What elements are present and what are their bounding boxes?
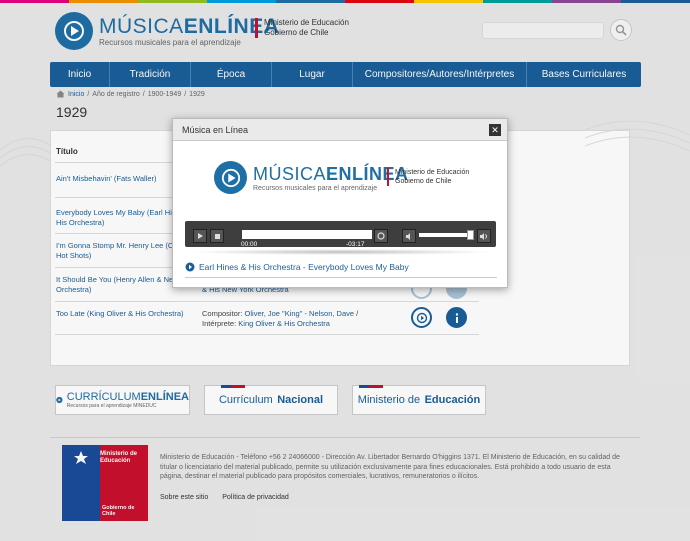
volume-slider[interactable] <box>419 233 467 237</box>
logo-play-icon <box>214 161 247 194</box>
time-remaining: -03:17 <box>346 241 365 248</box>
mute-button[interactable] <box>402 229 416 243</box>
repeat-icon <box>377 232 385 240</box>
divider <box>185 277 497 278</box>
modal-logo-title: MÚSICAENLÍNEA <box>253 164 409 184</box>
speaker-loud-icon <box>480 232 487 240</box>
stop-button[interactable] <box>210 229 224 243</box>
volume-handle[interactable] <box>467 230 474 240</box>
seek-bar[interactable] <box>242 230 372 239</box>
modal-title: Música en Línea <box>182 124 249 135</box>
play-button[interactable] <box>193 229 207 243</box>
now-playing[interactable]: Earl Hines & His Orchestra - Everybody L… <box>185 262 409 272</box>
modal-header: Música en Línea ✕ <box>173 119 507 141</box>
speaker-icon <box>405 232 410 240</box>
modal-gov-label: Ministerio de Educación Gobierno de Chil… <box>387 168 469 186</box>
modal-logo-subtitle: Recursos musicales para el aprendizaje <box>253 185 378 192</box>
track-title: Earl Hines & His Orchestra - Everybody L… <box>199 262 409 272</box>
modal-logo: MÚSICAENLÍNEA Recursos musicales para el… <box>214 161 409 194</box>
close-button[interactable]: ✕ <box>489 124 501 136</box>
play-icon <box>198 233 203 239</box>
audio-player: 00:00 -03:17 <box>185 221 496 248</box>
player-shadow <box>187 249 494 255</box>
max-volume-button[interactable] <box>477 229 491 243</box>
stop-icon <box>214 233 220 239</box>
player-modal: Música en Línea ✕ MÚSICAENLÍNEA Recursos… <box>172 118 508 288</box>
time-current: 00:00 <box>241 241 258 248</box>
repeat-button[interactable] <box>374 229 388 243</box>
listen-icon <box>185 262 195 272</box>
